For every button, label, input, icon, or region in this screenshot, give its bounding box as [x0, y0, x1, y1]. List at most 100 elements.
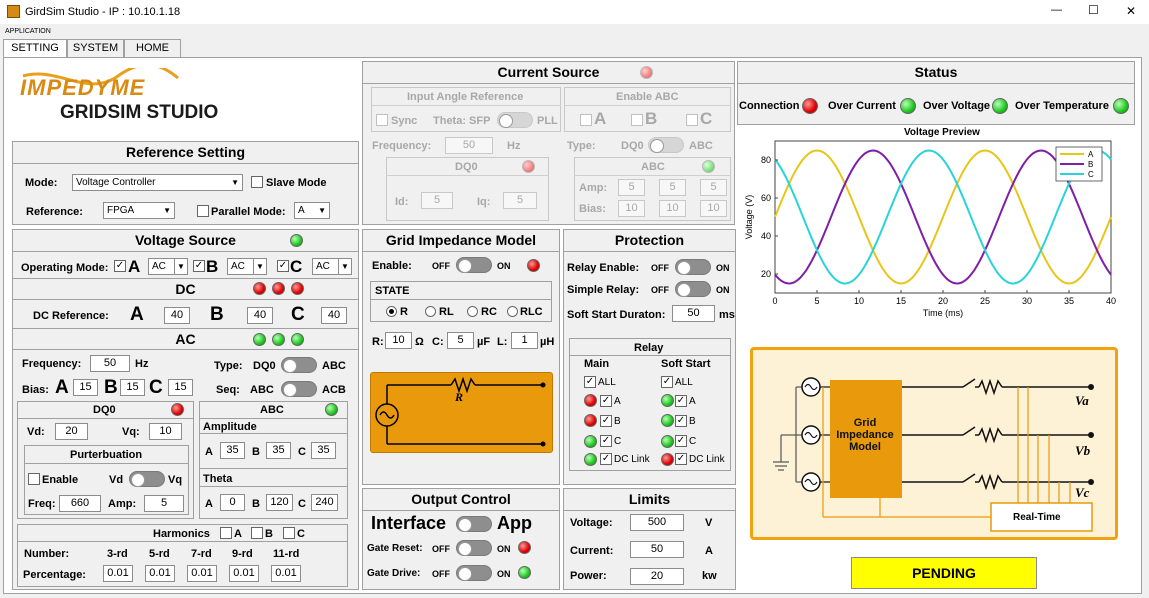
- frequency-unit: Hz: [135, 358, 149, 370]
- relay-main-dclink-led: [584, 453, 597, 466]
- enable-a-checkbox[interactable]: [580, 114, 592, 126]
- current-amp-c[interactable]: 5: [700, 179, 727, 196]
- dc-a-input[interactable]: 40: [164, 307, 190, 324]
- amp-a-input[interactable]: 35: [220, 442, 245, 459]
- phase-a-checkbox[interactable]: ✓: [114, 260, 126, 272]
- menu-application[interactable]: APPLICATION: [5, 28, 51, 35]
- pending-status-button[interactable]: PENDING: [851, 557, 1037, 589]
- current-type-left: DQ0: [621, 140, 644, 152]
- id-input[interactable]: 5: [421, 192, 453, 209]
- vd-input[interactable]: 20: [55, 423, 88, 440]
- harmonic-input[interactable]: 0.01: [103, 565, 133, 582]
- gate-drive-toggle[interactable]: [456, 565, 492, 581]
- sync-checkbox[interactable]: [376, 114, 388, 126]
- parallel-mode-checkbox[interactable]: [197, 205, 209, 217]
- frequency-input[interactable]: 50: [90, 355, 130, 372]
- resistor-label: R: [455, 390, 464, 404]
- theta-toggle[interactable]: [497, 112, 533, 128]
- current-type-toggle[interactable]: [648, 137, 684, 153]
- iq-input[interactable]: 5: [503, 192, 537, 209]
- soft-start-input[interactable]: 50: [672, 305, 715, 322]
- simple-relay-toggle[interactable]: [675, 281, 711, 297]
- minimize-icon[interactable]: —: [1051, 4, 1062, 16]
- amp-b-input[interactable]: 35: [266, 442, 291, 459]
- maximize-icon[interactable]: ☐: [1088, 3, 1099, 17]
- seq-toggle[interactable]: [281, 381, 317, 397]
- grid-enable-toggle[interactable]: [456, 257, 492, 273]
- current-frequency-input[interactable]: 50: [445, 137, 493, 154]
- current-type-right: ABC: [689, 140, 713, 152]
- harmonic-input[interactable]: 0.01: [145, 565, 175, 582]
- r-label: R:: [372, 336, 384, 348]
- perturbation-enable-checkbox[interactable]: [28, 473, 40, 485]
- current-bias-c[interactable]: 10: [700, 200, 727, 217]
- parallel-mode-dropdown[interactable]: A: [294, 202, 330, 219]
- bias-c-input[interactable]: 15: [168, 379, 193, 396]
- relay-main-all-checkbox[interactable]: ✓: [584, 376, 596, 388]
- r-input[interactable]: 10: [385, 332, 412, 349]
- relay-soft-a-checkbox[interactable]: ✓: [675, 395, 687, 407]
- slave-mode-checkbox[interactable]: [251, 176, 263, 188]
- state-rc-radio[interactable]: [467, 306, 478, 317]
- relay-main-a-checkbox[interactable]: ✓: [600, 395, 612, 407]
- relay-title: Relay: [634, 342, 664, 354]
- type-toggle[interactable]: [281, 357, 317, 373]
- x-tick-label: 10: [854, 296, 864, 306]
- power-limit-input[interactable]: 20: [630, 568, 684, 585]
- interface-app-toggle[interactable]: [456, 516, 492, 532]
- gate-reset-toggle[interactable]: [456, 540, 492, 556]
- harmonics-b-checkbox[interactable]: [251, 527, 263, 539]
- harmonic-input[interactable]: 0.01: [229, 565, 259, 582]
- perturbation-toggle[interactable]: [129, 471, 165, 487]
- relay-main-c-checkbox[interactable]: ✓: [600, 435, 612, 447]
- relay-soft-dclink-led: [661, 453, 674, 466]
- relay-soft-c-checkbox[interactable]: ✓: [675, 435, 687, 447]
- close-icon[interactable]: ✕: [1126, 4, 1136, 18]
- tab-system[interactable]: SYSTEM: [67, 39, 124, 57]
- tab-home[interactable]: HOME: [124, 39, 181, 57]
- current-bias-b[interactable]: 10: [659, 200, 686, 217]
- enable-c-checkbox[interactable]: [686, 114, 698, 126]
- state-rlc-radio[interactable]: [507, 306, 518, 317]
- relay-enable-toggle[interactable]: [675, 259, 711, 275]
- mode-dropdown[interactable]: Voltage Controller: [72, 174, 243, 191]
- amp-c-input[interactable]: 35: [311, 442, 336, 459]
- harmonic-input[interactable]: 0.01: [271, 565, 301, 582]
- phase-c-mode-dropdown[interactable]: AC ▼: [312, 258, 352, 275]
- harmonic-input[interactable]: 0.01: [187, 565, 217, 582]
- phase-b-checkbox[interactable]: ✓: [193, 260, 205, 272]
- current-amp-a[interactable]: 5: [618, 179, 645, 196]
- phase-b-mode-dropdown[interactable]: AC ▼: [227, 258, 267, 275]
- phase-a-mode-dropdown[interactable]: AC ▼: [148, 258, 188, 275]
- state-rl-radio[interactable]: [425, 306, 436, 317]
- l-input[interactable]: 1: [511, 332, 538, 349]
- voltage-limit-input[interactable]: 500: [630, 514, 684, 531]
- phase-c-checkbox[interactable]: ✓: [277, 260, 289, 272]
- current-bias-a[interactable]: 10: [618, 200, 645, 217]
- dc-c-input[interactable]: 40: [321, 307, 347, 324]
- relay-soft-all-checkbox[interactable]: ✓: [661, 376, 673, 388]
- bias-a-input[interactable]: 15: [73, 379, 98, 396]
- tab-setting[interactable]: SETTING: [3, 39, 67, 58]
- harmonics-c-checkbox[interactable]: [283, 527, 295, 539]
- theta-c-input[interactable]: 240: [311, 494, 338, 511]
- current-limit-input[interactable]: 50: [630, 541, 684, 558]
- relay-soft-b-checkbox[interactable]: ✓: [675, 415, 687, 427]
- dc-b-input[interactable]: 40: [247, 307, 273, 324]
- relay-main-b-checkbox[interactable]: ✓: [600, 415, 612, 427]
- enable-b-checkbox[interactable]: [631, 114, 643, 126]
- perturbation-amp-input[interactable]: 5: [144, 495, 184, 512]
- state-r-radio[interactable]: [386, 306, 397, 317]
- theta-a-input[interactable]: 0: [220, 494, 245, 511]
- vq-input[interactable]: 10: [149, 423, 182, 440]
- reference-dropdown[interactable]: FPGA: [103, 202, 175, 219]
- current-amp-b[interactable]: 5: [659, 179, 686, 196]
- harmonics-a-checkbox[interactable]: [220, 527, 232, 539]
- relay-soft-dclink-checkbox[interactable]: ✓: [675, 453, 687, 465]
- relay-main-dclink-checkbox[interactable]: ✓: [600, 453, 612, 465]
- bias-b-input[interactable]: 15: [120, 379, 145, 396]
- c-unit: µF: [477, 336, 491, 348]
- perturbation-freq-input[interactable]: 660: [59, 495, 101, 512]
- theta-b-input[interactable]: 120: [266, 494, 293, 511]
- c-input[interactable]: 5: [447, 332, 474, 349]
